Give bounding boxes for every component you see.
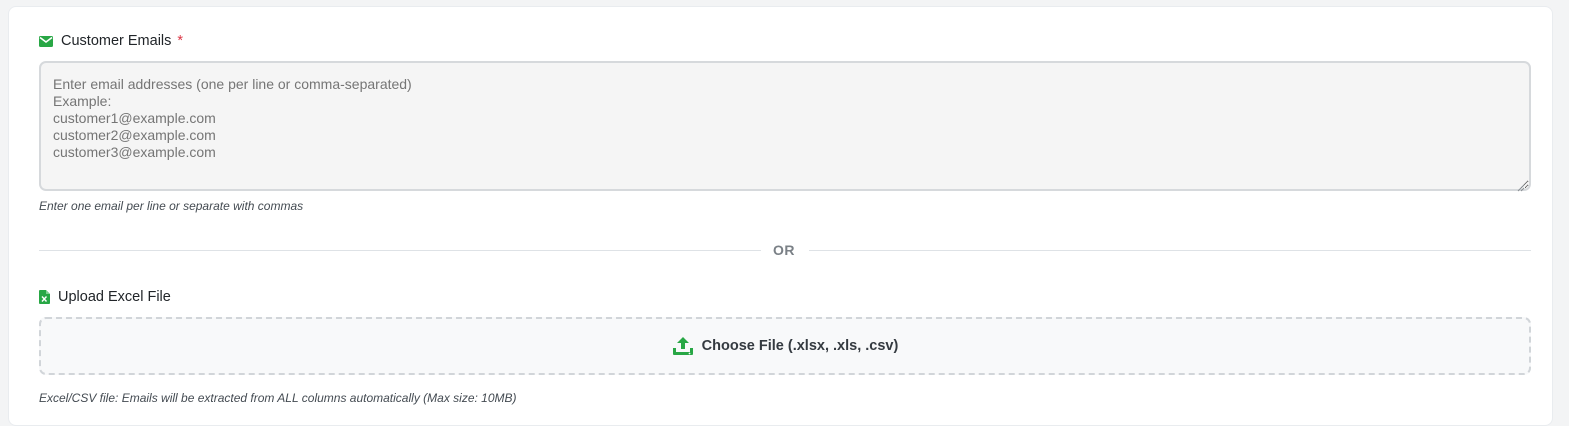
envelope-icon xyxy=(39,35,53,47)
emails-help-text: Enter one email per line or separate wit… xyxy=(39,199,304,213)
customer-emails-textarea[interactable] xyxy=(39,61,1531,191)
upload-icon xyxy=(672,336,694,356)
choose-file-label: Choose File (.xlsx, .xls, .csv) xyxy=(701,338,899,354)
upload-help-text: Excel/CSV file: Emails will be extracted… xyxy=(39,391,517,405)
email-form-card: Customer Emails * Enter one email per li… xyxy=(8,6,1553,426)
resize-handle-icon[interactable] xyxy=(1517,179,1525,197)
divider-line-left xyxy=(39,250,761,251)
upload-excel-label-text: Upload Excel File xyxy=(58,289,171,305)
customer-emails-label: Customer Emails * xyxy=(39,33,183,49)
excel-file-icon xyxy=(39,290,50,304)
choose-file-button[interactable]: Choose File (.xlsx, .xls, .csv) xyxy=(39,317,1531,375)
or-divider-text: OR xyxy=(773,242,795,258)
upload-excel-label: Upload Excel File xyxy=(39,289,171,305)
required-marker: * xyxy=(177,33,184,49)
divider-line-right xyxy=(809,250,1531,251)
customer-emails-label-text: Customer Emails xyxy=(61,33,172,49)
